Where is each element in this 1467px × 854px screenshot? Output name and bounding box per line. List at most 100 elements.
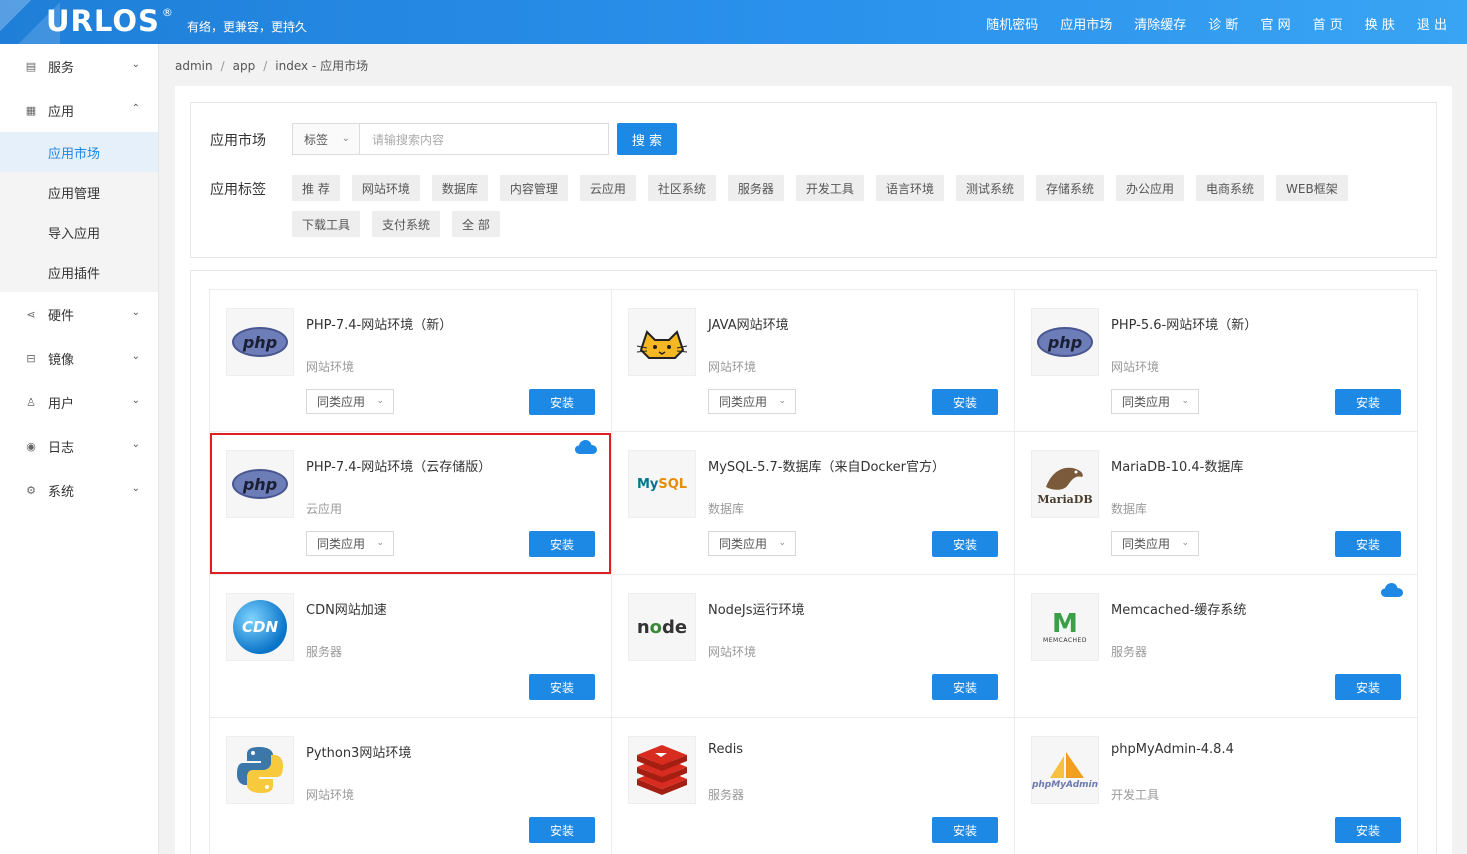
tag-item[interactable]: 社区系统 (647, 175, 716, 201)
sidebar-item-hardware[interactable]: ⋖ 硬件 ⌄ (0, 292, 158, 336)
tag-item[interactable]: 语言环境 (875, 175, 944, 201)
app-name[interactable]: MySQL-5.7-数据库（来自Docker官方） (708, 456, 945, 475)
nav-home[interactable]: 首 页 (1313, 14, 1343, 33)
install-button[interactable]: 安装 (1335, 389, 1401, 415)
sidebar-item-users[interactable]: ♙ 用户 ⌄ (0, 380, 158, 424)
search-section: 应用市场 标签 ⌄ 请输搜索内容 搜 索 应用标签 推 荐网站环境 数据库 内容管理… (190, 102, 1437, 258)
similar-apps-dropdown[interactable]: 同类应用 ⌄ (306, 389, 394, 414)
nav-clear-cache[interactable]: 清除缓存 (1134, 14, 1186, 33)
app-icon-frame[interactable]: php (226, 308, 294, 376)
search-type-select[interactable]: 标签 ⌄ (292, 123, 360, 155)
tag-item[interactable]: 云应用 (579, 175, 636, 201)
breadcrumb-current: 应用市场 (320, 59, 369, 73)
similar-apps-dropdown[interactable]: 同类应用 ⌄ (306, 531, 394, 556)
similar-apps-dropdown[interactable]: 同类应用 ⌄ (708, 389, 796, 414)
app-icon-frame[interactable]: MySQL (628, 450, 696, 518)
search-button[interactable]: 搜 索 (617, 123, 677, 155)
install-button[interactable]: 安装 (932, 531, 998, 557)
tag-item[interactable]: 支付系统 (372, 211, 441, 237)
sidebar-subitem-app-market[interactable]: 应用市场 (0, 132, 158, 172)
app-name[interactable]: MariaDB-10.4-数据库 (1111, 456, 1243, 475)
install-button[interactable]: 安装 (932, 389, 998, 415)
app-icon-frame[interactable]: M MEMCACHED (1031, 593, 1099, 661)
app-icon-frame[interactable] (628, 308, 696, 376)
sidebar-item-apps[interactable]: ▦ 应用 ⌃ (0, 88, 158, 132)
app-name[interactable]: CDN网站加速 (306, 599, 387, 618)
tag-item[interactable]: 下载工具 (292, 211, 361, 237)
app-icon-frame[interactable]: MariaDB (1031, 450, 1099, 518)
app-icon-frame[interactable] (628, 736, 696, 804)
disk-icon: ⊟ (26, 351, 36, 365)
app-icon-frame[interactable] (226, 736, 294, 804)
install-button[interactable]: 安装 (529, 674, 595, 700)
app-name[interactable]: JAVA网站环境 (708, 314, 789, 333)
sidebar-item-logs[interactable]: ◉ 日志 ⌄ (0, 424, 158, 468)
breadcrumb-app[interactable]: app (233, 59, 256, 73)
tag-item[interactable]: 存储系统 (1035, 175, 1104, 201)
app-icon-frame[interactable]: CDN (226, 593, 294, 661)
nav-diagnose[interactable]: 诊 断 (1208, 14, 1238, 33)
install-button[interactable]: 安装 (932, 674, 998, 700)
tag-item[interactable]: 数据库 (431, 175, 488, 201)
main-panel: 应用市场 标签 ⌄ 请输搜索内容 搜 索 应用标签 推 荐网站环境 数据库 内容管理… (175, 86, 1452, 854)
similar-apps-dropdown[interactable]: 同类应用 ⌄ (1111, 389, 1199, 414)
chevron-down-icon: ⌄ (131, 483, 140, 494)
app-icon-frame[interactable]: phpMyAdmin (1031, 736, 1099, 804)
python-icon (237, 747, 283, 793)
app-name[interactable]: phpMyAdmin-4.8.4 (1111, 742, 1234, 757)
nav-skin[interactable]: 换 肤 (1365, 14, 1395, 33)
apps-section: php PHP-7.4-网站环境（新） 网站环境 同类应用 ⌄ 安装 JAVA网站环境 网站环… (190, 270, 1437, 854)
urlos-logo[interactable]: URLOS ® (46, 4, 174, 38)
install-button[interactable]: 安装 (529, 817, 595, 843)
nav-random-password[interactable]: 随机密码 (986, 14, 1038, 33)
tag-item[interactable]: 内容管理 (499, 175, 568, 201)
app-card: php PHP-7.4-网站环境（云存储版） 云应用 同类应用 ⌄ 安装 (209, 432, 612, 575)
app-icon-frame[interactable]: php (226, 450, 294, 518)
install-button[interactable]: 安装 (529, 389, 595, 415)
tag-item[interactable]: 电商系统 (1196, 175, 1265, 201)
app-name[interactable]: NodeJs运行环境 (708, 599, 805, 618)
sidebar: ▤ 服务 ⌄ ▦ 应用 ⌃ 应用市场 应用管理 导入应用 应用插件 ⋖ 硬件 ⌄… (0, 44, 159, 854)
install-button[interactable]: 安装 (932, 817, 998, 843)
install-button[interactable]: 安装 (529, 531, 595, 557)
app-card: php PHP-7.4-网站环境（新） 网站环境 同类应用 ⌄ 安装 (209, 289, 612, 432)
breadcrumb-admin[interactable]: admin (175, 59, 213, 73)
app-icon-frame[interactable]: node (628, 593, 696, 661)
app-name[interactable]: Python3网站环境 (306, 742, 411, 761)
app-name[interactable]: PHP-7.4-网站环境（新） (306, 314, 452, 333)
install-button[interactable]: 安装 (1335, 817, 1401, 843)
tag-item[interactable]: 全 部 (452, 211, 500, 237)
tag-item[interactable]: 开发工具 (795, 175, 864, 201)
app-card: M MEMCACHED Memcached-缓存系统 服务器 安装 (1015, 575, 1418, 718)
nav-app-market[interactable]: 应用市场 (1060, 14, 1112, 33)
sidebar-subitem-app-manage[interactable]: 应用管理 (0, 172, 158, 212)
similar-apps-dropdown[interactable]: 同类应用 ⌄ (1111, 531, 1199, 556)
tag-item[interactable]: 服务器 (727, 175, 784, 201)
app-card: node NodeJs运行环境 网站环境 安装 (612, 575, 1015, 718)
app-name[interactable]: Redis (708, 742, 743, 757)
sidebar-item-system[interactable]: ⚙ 系统 ⌄ (0, 468, 158, 512)
app-card: php PHP-5.6-网站环境（新） 网站环境 同类应用 ⌄ 安装 (1015, 289, 1418, 432)
tag-item[interactable]: WEB框架 (1276, 175, 1348, 201)
app-name[interactable]: Memcached-缓存系统 (1111, 599, 1246, 618)
search-input[interactable]: 请输搜索内容 (359, 123, 609, 155)
tag-item[interactable]: 办公应用 (1115, 175, 1184, 201)
sidebar-subitem-import-app[interactable]: 导入应用 (0, 212, 158, 252)
install-button[interactable]: 安装 (1335, 674, 1401, 700)
tag-item[interactable]: 推 荐 (292, 175, 340, 201)
app-icon-frame[interactable]: php (1031, 308, 1099, 376)
sidebar-item-services[interactable]: ▤ 服务 ⌄ (0, 44, 158, 88)
similar-apps-dropdown[interactable]: 同类应用 ⌄ (708, 531, 796, 556)
sidebar-subitem-app-plugins[interactable]: 应用插件 (0, 252, 158, 292)
top-header: URLOS ® 有络，更兼容，更持久 随机密码 应用市场 清除缓存 诊 断 官 网… (0, 0, 1467, 44)
tag-item[interactable]: 测试系统 (955, 175, 1024, 201)
nav-logout[interactable]: 退 出 (1417, 14, 1447, 33)
nav-official-site[interactable]: 官 网 (1260, 14, 1290, 33)
sidebar-item-images[interactable]: ⊟ 镜像 ⌄ (0, 336, 158, 380)
app-name[interactable]: PHP-5.6-网站环境（新） (1111, 314, 1257, 333)
cloud-icon (575, 440, 597, 454)
app-name[interactable]: PHP-7.4-网站环境（云存储版） (306, 456, 491, 475)
breadcrumb-index[interactable]: index (275, 59, 308, 73)
install-button[interactable]: 安装 (1335, 531, 1401, 557)
tag-item[interactable]: 网站环境 (351, 175, 420, 201)
